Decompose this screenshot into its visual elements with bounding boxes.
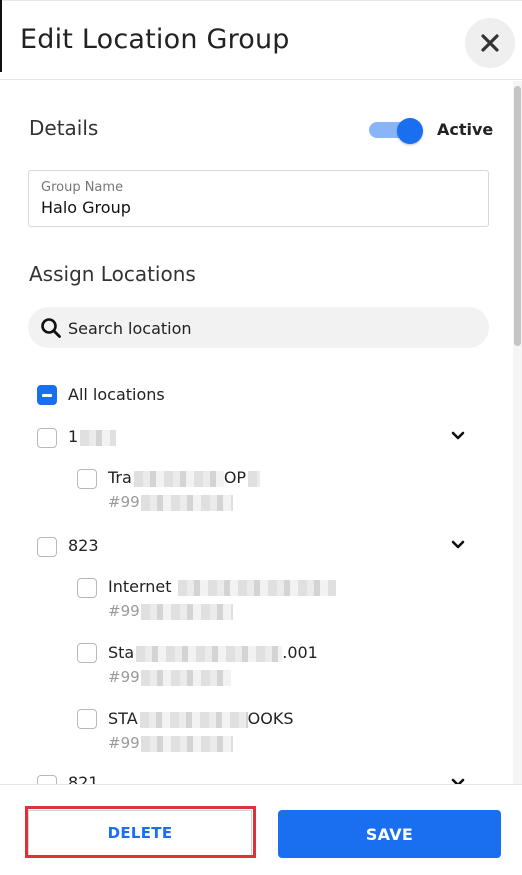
location-id: #99	[108, 668, 231, 686]
save-button[interactable]: SAVE	[278, 810, 501, 858]
location-name-text: Sta	[108, 643, 135, 662]
redacted-text	[133, 470, 224, 487]
group-checkbox[interactable]	[37, 775, 57, 784]
all-locations-label: All locations	[68, 385, 165, 404]
redacted-text	[140, 735, 233, 752]
location-id-text: #99	[108, 734, 140, 752]
redacted-text	[248, 470, 261, 487]
group-code: 821	[68, 773, 99, 784]
dialog-header: Edit Location Group	[0, 0, 522, 80]
group-checkbox[interactable]	[37, 428, 57, 448]
active-label: Active	[437, 120, 494, 139]
group-code-text: 821	[68, 773, 99, 784]
redacted-text	[140, 603, 233, 620]
chevron-down-icon[interactable]	[449, 427, 467, 445]
search-box[interactable]	[28, 307, 489, 348]
location-id-text: #99	[108, 602, 140, 620]
chevron-down-icon[interactable]	[449, 536, 467, 554]
location-name-text: Internet	[108, 577, 172, 596]
group-checkbox[interactable]	[37, 537, 57, 557]
close-button[interactable]	[465, 18, 515, 68]
location-name: Internet	[108, 577, 336, 596]
dialog-title: Edit Location Group	[20, 24, 290, 55]
redacted-text	[140, 494, 233, 511]
group-code: 823	[68, 536, 99, 555]
group-name-field[interactable]: Group Name	[28, 170, 489, 227]
group-name-label: Group Name	[41, 180, 124, 195]
delete-button[interactable]: DELETE	[28, 810, 252, 856]
redacted-text	[80, 429, 117, 446]
group-name-input[interactable]	[41, 198, 471, 217]
location-name-text: Tra	[108, 468, 132, 487]
chevron-down-icon[interactable]	[449, 774, 467, 784]
close-icon	[481, 34, 499, 52]
location-checkbox[interactable]	[77, 578, 97, 598]
search-icon	[41, 318, 61, 338]
search-input[interactable]	[68, 317, 468, 339]
location-id: #99	[108, 493, 233, 511]
scrollbar-thumb[interactable]	[514, 86, 521, 346]
location-id: #99	[108, 602, 233, 620]
location-name-suffix: .001	[282, 643, 318, 662]
dialog-body[interactable]: Details Active Group Name Assign Locatio…	[0, 81, 522, 784]
all-locations-checkbox[interactable]	[37, 385, 57, 405]
redacted-text	[177, 579, 336, 596]
toggle-knob	[397, 118, 423, 144]
group-code-text: 1	[68, 427, 79, 446]
redacted-text	[136, 645, 283, 662]
location-checkbox[interactable]	[77, 643, 97, 663]
assign-locations-title: Assign Locations	[29, 262, 196, 286]
group-code-text: 823	[68, 536, 99, 555]
location-name-suffix: OOKS	[247, 709, 294, 728]
dialog-footer: DELETE SAVE	[0, 784, 522, 875]
location-name: Sta .001	[108, 643, 318, 662]
redacted-text	[139, 711, 248, 728]
location-checkbox[interactable]	[77, 709, 97, 729]
location-id: #99	[108, 734, 233, 752]
location-id-text: #99	[108, 668, 140, 686]
active-toggle[interactable]	[369, 118, 425, 144]
location-name: STA OOKS	[108, 709, 293, 728]
redacted-text	[140, 669, 231, 686]
location-name: Tra OP	[108, 468, 261, 487]
location-checkbox[interactable]	[77, 469, 97, 489]
location-id-text: #99	[108, 493, 140, 511]
location-name-text: STA	[108, 709, 138, 728]
details-title: Details	[29, 116, 99, 140]
location-name-suffix: OP	[223, 468, 247, 487]
group-code: 1	[68, 427, 117, 446]
